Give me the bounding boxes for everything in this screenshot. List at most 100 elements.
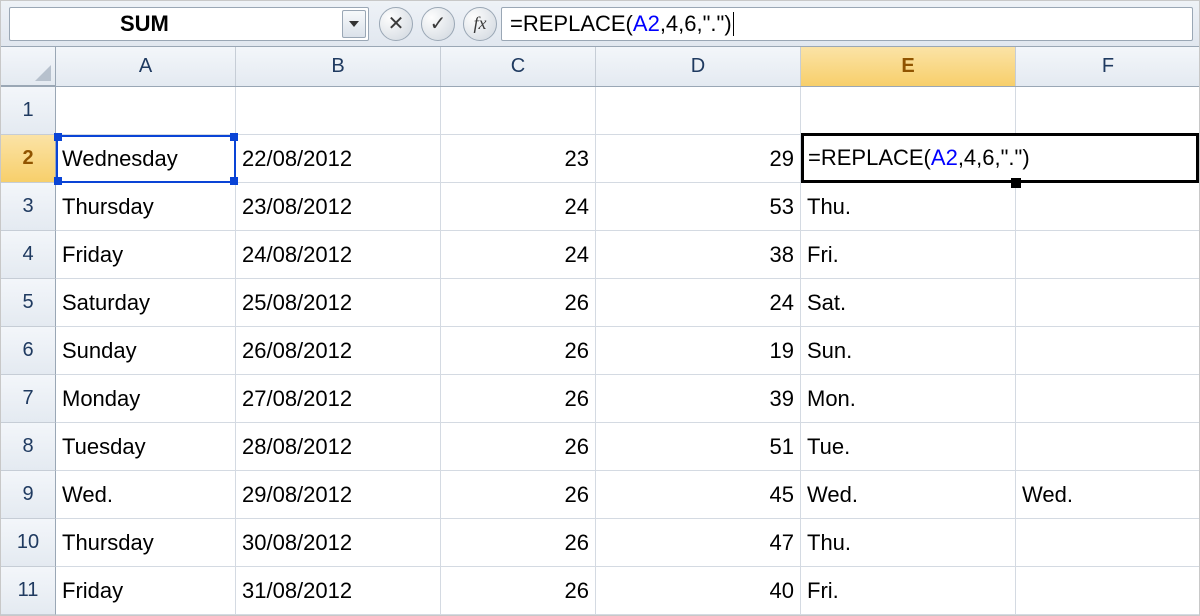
row-header-6[interactable]: 6 [1, 327, 56, 375]
cell-F4[interactable] [1016, 231, 1200, 279]
cell-B9[interactable]: 29/08/2012 [236, 471, 441, 519]
cell-F9[interactable]: Wed. [1016, 471, 1200, 519]
cell-A7[interactable]: Monday [56, 375, 236, 423]
row-header-3[interactable]: 3 [1, 183, 56, 231]
cell-B4[interactable]: 24/08/2012 [236, 231, 441, 279]
cell-A8[interactable]: Tuesday [56, 423, 236, 471]
cell-A3[interactable]: Thursday [56, 183, 236, 231]
cell-A10[interactable]: Thursday [56, 519, 236, 567]
cell-C6[interactable]: 26 [441, 327, 596, 375]
cell-D10[interactable]: 47 [596, 519, 801, 567]
cell-C8[interactable]: 26 [441, 423, 596, 471]
cell-A6[interactable]: Sunday [56, 327, 236, 375]
cell-B3[interactable]: 23/08/2012 [236, 183, 441, 231]
name-box[interactable]: SUM [9, 7, 369, 41]
cell-C1[interactable] [441, 87, 596, 135]
cell-E11[interactable]: Fri. [801, 567, 1016, 615]
cell-D6[interactable]: 19 [596, 327, 801, 375]
cell-E5[interactable]: Sat. [801, 279, 1016, 327]
cell-B1[interactable] [236, 87, 441, 135]
cell-E1[interactable] [801, 87, 1016, 135]
cell-F5[interactable] [1016, 279, 1200, 327]
grid-row: 8 Tuesday 28/08/2012 26 51 Tue. [1, 423, 1199, 471]
cell-B7[interactable]: 27/08/2012 [236, 375, 441, 423]
formula-bar: SUM =REPLACE(A2,4,6,".") [1, 1, 1199, 47]
column-header-F[interactable]: F [1016, 47, 1200, 86]
cell-B11[interactable]: 31/08/2012 [236, 567, 441, 615]
cell-E10[interactable]: Thu. [801, 519, 1016, 567]
cell-E8[interactable]: Tue. [801, 423, 1016, 471]
cell-B5[interactable]: 25/08/2012 [236, 279, 441, 327]
cell-B6[interactable]: 26/08/2012 [236, 327, 441, 375]
cell-B2[interactable]: 22/08/2012 [236, 135, 441, 183]
cell-B10[interactable]: 30/08/2012 [236, 519, 441, 567]
row-header-7[interactable]: 7 [1, 375, 56, 423]
fill-handle[interactable] [1011, 178, 1021, 188]
cell-A11[interactable]: Friday [56, 567, 236, 615]
cell-C5[interactable]: 26 [441, 279, 596, 327]
cell-C7[interactable]: 26 [441, 375, 596, 423]
cell-C3[interactable]: 24 [441, 183, 596, 231]
cell-D11[interactable]: 40 [596, 567, 801, 615]
cell-D7[interactable]: 39 [596, 375, 801, 423]
grid-row: 5 Saturday 25/08/2012 26 24 Sat. [1, 279, 1199, 327]
cell-E7[interactable]: Mon. [801, 375, 1016, 423]
insert-function-button[interactable] [463, 7, 497, 41]
grid-row: 1 [1, 87, 1199, 135]
cell-D1[interactable] [596, 87, 801, 135]
cell-F6[interactable] [1016, 327, 1200, 375]
cell-C4[interactable]: 24 [441, 231, 596, 279]
cell-F1[interactable] [1016, 87, 1200, 135]
row-header-10[interactable]: 10 [1, 519, 56, 567]
cell-E9[interactable]: Wed. [801, 471, 1016, 519]
cell-C10[interactable]: 26 [441, 519, 596, 567]
row-header-9[interactable]: 9 [1, 471, 56, 519]
grid-row: 11 Friday 31/08/2012 26 40 Fri. [1, 567, 1199, 615]
cell-D2[interactable]: 29 [596, 135, 801, 183]
cell-D9[interactable]: 45 [596, 471, 801, 519]
enter-formula-button[interactable] [421, 7, 455, 41]
row-header-8[interactable]: 8 [1, 423, 56, 471]
row-header-5[interactable]: 5 [1, 279, 56, 327]
select-all-button[interactable] [1, 47, 56, 86]
column-header-B[interactable]: B [236, 47, 441, 86]
cell-F8[interactable] [1016, 423, 1200, 471]
cell-A9[interactable]: Wed. [56, 471, 236, 519]
grid-row: 9 Wed. 29/08/2012 26 45 Wed. Wed. [1, 471, 1199, 519]
column-header-A[interactable]: A [56, 47, 236, 86]
cell-D3[interactable]: 53 [596, 183, 801, 231]
column-header-E[interactable]: E [801, 47, 1016, 86]
cell-A1[interactable] [56, 87, 236, 135]
cell-C2[interactable]: 23 [441, 135, 596, 183]
cell-D5[interactable]: 24 [596, 279, 801, 327]
cell-C9[interactable]: 26 [441, 471, 596, 519]
grid-row: 3 Thursday 23/08/2012 24 53 Thu. [1, 183, 1199, 231]
grid-row: 4 Friday 24/08/2012 24 38 Fri. [1, 231, 1199, 279]
cell-E3[interactable]: Thu. [801, 183, 1016, 231]
cell-F7[interactable] [1016, 375, 1200, 423]
cell-D4[interactable]: 38 [596, 231, 801, 279]
row-header-2[interactable]: 2 [1, 135, 56, 183]
active-edit-cell[interactable]: =REPLACE(A2,4,6,".") [801, 133, 1199, 183]
row-header-11[interactable]: 11 [1, 567, 56, 615]
cell-D8[interactable]: 51 [596, 423, 801, 471]
cell-F11[interactable] [1016, 567, 1200, 615]
row-header-1[interactable]: 1 [1, 87, 56, 135]
row-header-4[interactable]: 4 [1, 231, 56, 279]
spreadsheet-grid: A B C D E F 1 2 Wednesday 22/08/2012 23 … [1, 47, 1199, 615]
column-header-D[interactable]: D [596, 47, 801, 86]
cell-F3[interactable] [1016, 183, 1200, 231]
column-header-C[interactable]: C [441, 47, 596, 86]
cell-E4[interactable]: Fri. [801, 231, 1016, 279]
formula-input[interactable]: =REPLACE(A2,4,6,".") [501, 7, 1193, 41]
name-box-value: SUM [120, 11, 169, 37]
cell-E6[interactable]: Sun. [801, 327, 1016, 375]
cell-F10[interactable] [1016, 519, 1200, 567]
cell-A5[interactable]: Saturday [56, 279, 236, 327]
cell-B8[interactable]: 28/08/2012 [236, 423, 441, 471]
cell-A2[interactable]: Wednesday [56, 135, 236, 183]
cell-C11[interactable]: 26 [441, 567, 596, 615]
cell-A4[interactable]: Friday [56, 231, 236, 279]
name-box-dropdown[interactable] [342, 10, 366, 38]
cancel-formula-button[interactable] [379, 7, 413, 41]
